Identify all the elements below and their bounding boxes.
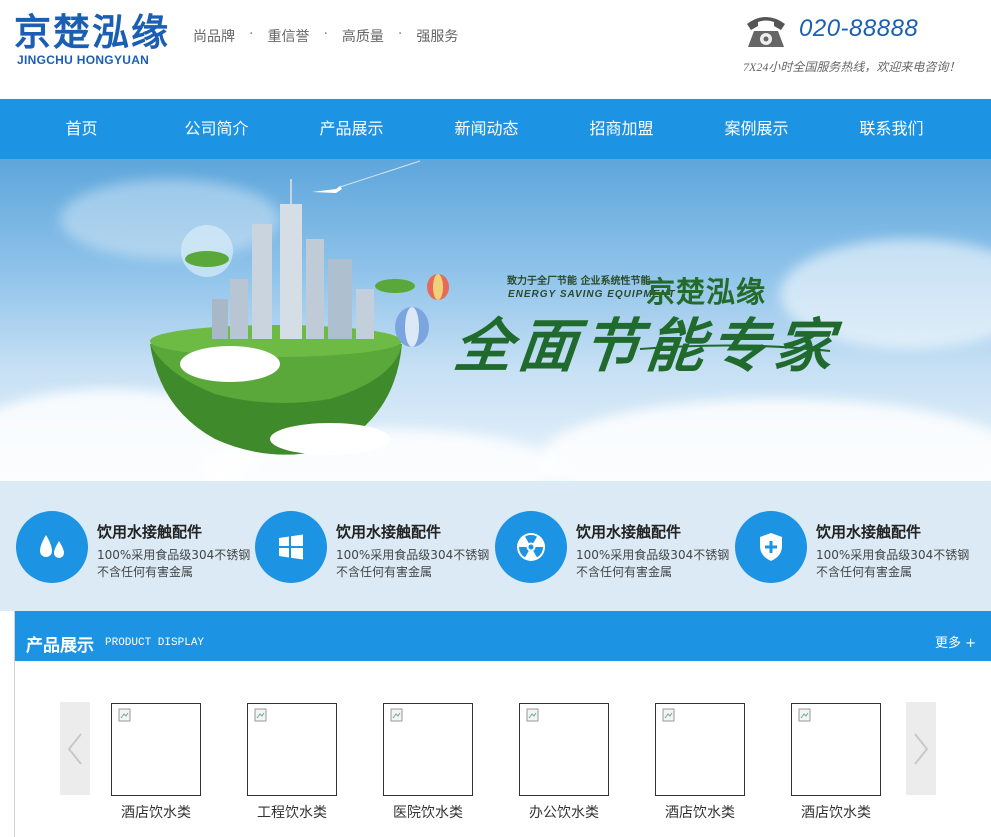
nav-item-products[interactable]: 产品展示 — [284, 99, 419, 159]
nav-item-news[interactable]: 新闻动态 — [419, 99, 554, 159]
product-item[interactable]: 酒店饮水类 — [791, 703, 881, 822]
product-section-header: 产品展示 PRODUCT DISPLAY 更多 + — [15, 611, 991, 661]
product-name[interactable]: 工程饮水类 — [247, 802, 337, 822]
feature-strip: 饮用水接触配件 100%采用食品级304不锈钢 不含任何有害金属 饮用水接触配件… — [0, 481, 991, 611]
feature-icon-circle — [495, 511, 567, 583]
slogan-item: 强服务 — [416, 29, 459, 45]
product-name[interactable]: 酒店饮水类 — [111, 802, 201, 822]
broken-image-icon — [662, 708, 675, 722]
hero-banner[interactable]: 致力于全厂节能 企业系统性节能 ENERGY SAVING EQUIPMENT … — [0, 159, 991, 481]
product-item[interactable]: 工程饮水类 — [247, 703, 337, 822]
slogan-list: 尚品牌 · 重信誉 · 高质量 · 强服务 — [193, 26, 458, 46]
logo[interactable]: 京楚泓缘 — [14, 10, 170, 56]
nav-item-franchise[interactable]: 招商加盟 — [554, 99, 689, 159]
banner-headline: 全面节能专家 — [450, 312, 843, 380]
banner-tagline: 致力于全厂节能 企业系统性节能 — [507, 276, 651, 287]
feature-description: 不含任何有害金属 — [336, 565, 433, 579]
chevron-right-icon — [914, 733, 929, 765]
chevron-left-icon — [67, 733, 82, 765]
slogan-item: 重信誉 — [267, 29, 310, 45]
water-drops-icon — [40, 535, 64, 558]
product-image[interactable] — [111, 703, 201, 796]
broken-image-icon — [526, 708, 539, 722]
slogan-separator: · — [249, 26, 254, 42]
product-image[interactable] — [655, 703, 745, 796]
feature-card: 饮用水接触配件 100%采用食品级304不锈钢 不含任何有害金属 — [255, 511, 495, 583]
feature-title: 饮用水接触配件 — [97, 523, 203, 541]
product-name[interactable]: 医院饮水类 — [383, 802, 473, 822]
product-name[interactable]: 酒店饮水类 — [655, 802, 745, 822]
product-image[interactable] — [519, 703, 609, 796]
windows-icon — [279, 534, 303, 560]
product-image[interactable] — [791, 703, 881, 796]
slogan-separator: · — [323, 26, 328, 42]
product-section: 产品展示 PRODUCT DISPLAY 更多 + 酒店饮水类 工程饮水类 医院… — [14, 611, 991, 837]
carousel-prev-button[interactable] — [60, 702, 90, 795]
shield-plus-icon — [760, 533, 782, 561]
feature-description: 100%采用食品级304不锈钢 — [97, 548, 251, 562]
more-link[interactable]: 更多 + — [935, 632, 976, 651]
product-item[interactable]: 办公饮水类 — [519, 703, 609, 822]
section-title: 产品展示 — [26, 636, 94, 656]
radiation-icon — [517, 533, 545, 561]
nav-item-cases[interactable]: 案例展示 — [689, 99, 824, 159]
logo-english: JINGCHU HONGYUAN — [17, 53, 150, 67]
product-name[interactable]: 办公饮水类 — [519, 802, 609, 822]
hotline-text: 7X24小时全国服务热线，欢迎来电咨询！ — [743, 60, 961, 74]
feature-card: 饮用水接触配件 100%采用食品级304不锈钢 不含任何有害金属 — [735, 511, 975, 583]
feature-title: 饮用水接触配件 — [576, 523, 682, 541]
feature-card: 饮用水接触配件 100%采用食品级304不锈钢 不含任何有害金属 — [495, 511, 735, 583]
product-item[interactable]: 医院饮水类 — [383, 703, 473, 822]
feature-title: 饮用水接触配件 — [816, 523, 922, 541]
product-item[interactable]: 酒店饮水类 — [111, 703, 201, 822]
broken-image-icon — [254, 708, 267, 722]
slogan-separator: · — [397, 26, 403, 42]
broken-image-icon — [798, 708, 811, 722]
carousel-next-button[interactable] — [906, 702, 936, 795]
broken-image-icon — [118, 708, 131, 722]
nav-item-about[interactable]: 公司简介 — [149, 99, 284, 159]
feature-description: 不含任何有害金属 — [816, 565, 913, 579]
feature-description: 100%采用食品级304不锈钢 — [816, 548, 970, 562]
feature-description: 100%采用食品级304不锈钢 — [576, 548, 730, 562]
section-subtitle: PRODUCT DISPLAY — [105, 637, 205, 649]
feature-icon-circle — [16, 511, 88, 583]
nav-item-home[interactable]: 首页 — [14, 99, 149, 159]
telephone-icon — [747, 17, 785, 47]
feature-description: 不含任何有害金属 — [576, 565, 673, 579]
feature-description: 不含任何有害金属 — [97, 565, 194, 579]
phone-number[interactable]: 020-88888 — [799, 15, 918, 43]
site-header: 京楚泓缘 JINGCHU HONGYUAN 尚品牌 · 重信誉 · 高质量 · … — [0, 0, 991, 99]
product-image[interactable] — [383, 703, 473, 796]
broken-image-icon — [390, 708, 403, 722]
feature-card: 饮用水接触配件 100%采用食品级304不锈钢 不含任何有害金属 — [16, 511, 256, 583]
slogan-item: 高质量 — [341, 29, 384, 45]
product-image[interactable] — [247, 703, 337, 796]
feature-icon-circle — [735, 511, 807, 583]
feature-description: 100%采用食品级304不锈钢 — [336, 548, 490, 562]
feature-title: 饮用水接触配件 — [336, 523, 442, 541]
feature-icon-circle — [255, 511, 327, 583]
main-nav: 首页 公司简介 产品展示 新闻动态 招商加盟 案例展示 联系我们 — [0, 99, 991, 159]
product-name[interactable]: 酒店饮水类 — [791, 802, 881, 822]
product-item[interactable]: 酒店饮水类 — [655, 703, 745, 822]
nav-item-contact[interactable]: 联系我们 — [824, 99, 959, 159]
slogan-item: 尚品牌 — [193, 29, 235, 45]
